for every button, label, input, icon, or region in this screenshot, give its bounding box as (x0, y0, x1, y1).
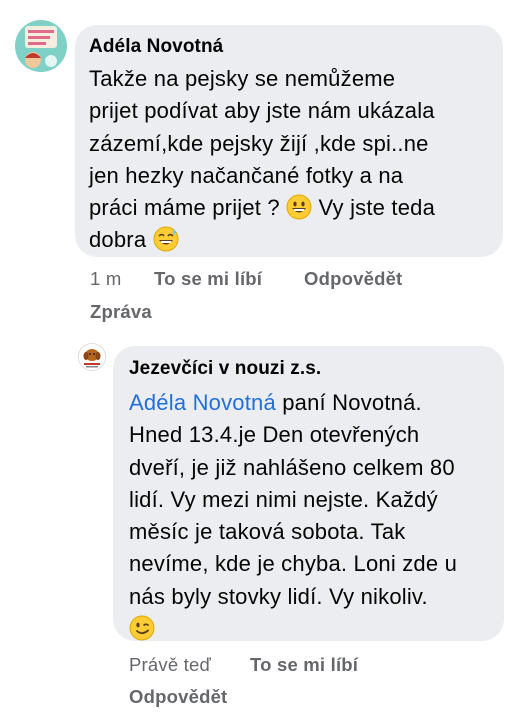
comment-line: Takže na pejsky se nemůžeme (89, 66, 396, 91)
comment-line: dveří, je již nahlášeno celkem 80 (129, 454, 455, 480)
comment-line: zázemí,kde pejsky žijí ,kde spi..ne (89, 130, 429, 156)
comment-text: Takže na pejsky se nemůžeme prijet podív… (89, 63, 503, 257)
grinning-sweat-face-emoji (153, 226, 179, 252)
comment-line-text: Vy jste teda (312, 195, 436, 221)
reply-link[interactable]: Odpovědět (304, 268, 402, 290)
message-link[interactable]: Zpráva (90, 301, 152, 323)
avatar-adela[interactable] (15, 20, 67, 72)
comment-text: Adéla Novotná paní Novotná. Hned 13.4.je… (129, 387, 504, 645)
comment-bubble-adela[interactable]: Adéla Novotná Takže na pejsky se nemůžem… (75, 25, 503, 257)
comment-line-text: práci máme prijet ? (89, 195, 287, 221)
comment-line: nás byly stovky lidí. Vy nikoliv. (129, 583, 428, 609)
comment-line: Adéla Novotná paní Novotná. (129, 387, 504, 419)
comment-author[interactable]: Jezevčíci v nouzi z.s. (129, 357, 504, 381)
winking-face-emoji (129, 615, 155, 641)
comment-line: nevíme, kde je chyba. Loni zde u (129, 551, 458, 577)
like-link[interactable]: To se mi líbí (154, 268, 262, 290)
mention-link[interactable]: Adéla Novotná (129, 390, 276, 415)
comment-bubble-jezevcici[interactable]: Jezevčíci v nouzi z.s. Adéla Novotná pan… (113, 346, 504, 641)
comment-line-text: paní Novotná. (275, 390, 422, 415)
reply-link[interactable]: Odpovědět (129, 686, 227, 708)
grinning-face-emoji (286, 194, 312, 220)
comment-author[interactable]: Adéla Novotná (89, 35, 503, 59)
comment-line: prijet podívat aby jste nám ukázala (89, 98, 435, 124)
comment-actions-adela: 1 m To se mi líbí Odpovědět Zpráva (0, 268, 519, 328)
comment-line (129, 613, 504, 645)
avatar-jezevcici[interactable] (78, 343, 106, 371)
comment-line: měsíc je taková sobota. Tak (129, 519, 406, 545)
comment-timestamp[interactable]: Právě teď (129, 654, 211, 676)
comment-line: dobra (89, 224, 503, 256)
comment-line: jen hezky načančané fotky a na (89, 162, 404, 188)
comment-actions-jezevcici: Právě teď To se mi líbí Odpovědět (0, 654, 519, 714)
comment-line-text: dobra (89, 227, 153, 253)
comment-line: Hned 13.4.je Den otevřených (129, 422, 420, 448)
comment-line: lidí. Vy mezi nimi nejste. Každý (129, 486, 438, 512)
like-link[interactable]: To se mi líbí (250, 654, 358, 676)
comment-line: práci máme prijet ? Vy jste teda (89, 192, 503, 224)
comment-timestamp[interactable]: 1 m (90, 268, 121, 290)
